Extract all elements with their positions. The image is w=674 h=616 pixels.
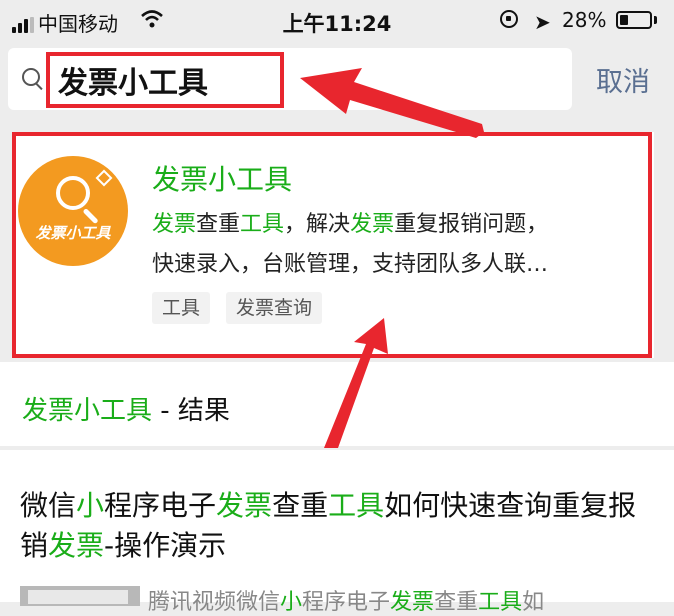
- battery-tip: [654, 16, 657, 24]
- section-title-rest: - 结果: [152, 396, 230, 426]
- article-title-segment: 小: [76, 489, 105, 522]
- location-icon: ➤: [534, 10, 551, 34]
- article-title-segment: 发票: [48, 529, 105, 562]
- section-title[interactable]: 发票小工具 - 结果: [22, 390, 230, 427]
- snippet-segment: 工具: [478, 590, 523, 615]
- snippet-segment: 小: [280, 590, 303, 615]
- rotation-lock-icon: [500, 10, 518, 28]
- snippet-segment: 如: [522, 590, 545, 615]
- article-title[interactable]: 微信小程序电子发票查重工具如何快速查询重复报销发票-操作演示: [20, 486, 660, 566]
- section-title-highlight: 发票小工具: [22, 396, 153, 426]
- battery-icon: [616, 11, 652, 29]
- snippet-segment: 腾讯视频微信: [148, 590, 281, 615]
- search-icon: [22, 68, 40, 86]
- snippet-segment: 程序电子: [302, 590, 391, 615]
- article-title-segment: 工具: [328, 489, 385, 522]
- battery-percent: 28%: [562, 8, 607, 32]
- snippet-segment: 发票: [390, 590, 435, 615]
- article-title-segment: 程序电子: [104, 489, 217, 522]
- article-title-segment: 微信: [20, 489, 77, 522]
- snippet-segment: 查重: [434, 590, 479, 615]
- article-title-segment: 发票: [216, 489, 273, 522]
- article-snippet: 腾讯视频微信小程序电子发票查重工具如: [148, 584, 544, 616]
- annotation-box-search: [46, 52, 284, 108]
- annotation-box-card: [12, 132, 652, 358]
- article-title-segment: -操作演示: [104, 529, 227, 562]
- cancel-button[interactable]: 取消: [596, 60, 650, 99]
- article-title-segment: 查重: [272, 489, 329, 522]
